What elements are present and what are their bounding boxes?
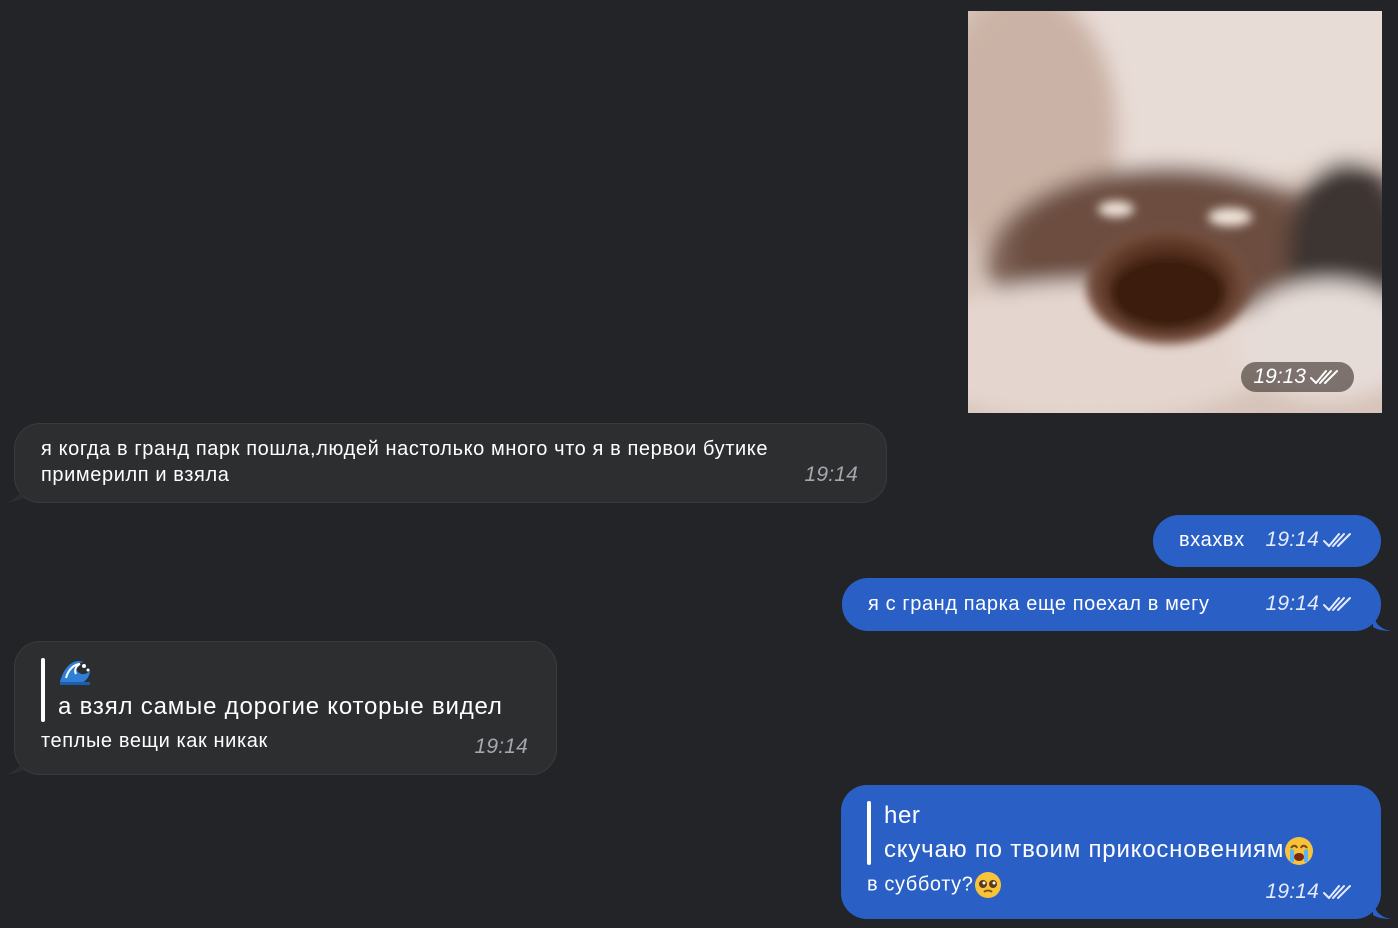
message-time: 19:14 <box>474 735 528 758</box>
message-meta: 19:14 <box>1265 879 1353 905</box>
incoming-reply-message[interactable]: а взял самые дорогие которые видел теплы… <box>5 641 557 775</box>
read-checks-icon <box>1323 885 1351 899</box>
read-checks-icon <box>1310 370 1338 384</box>
bubble-tail <box>5 754 23 774</box>
photo-timestamp: 19:13 <box>1241 362 1354 392</box>
message-text: я с гранд парка еще поехал в мегу <box>868 593 1210 615</box>
outgoing-message[interactable]: я с гранд парка еще поехал в мегу 19:14 <box>842 578 1391 631</box>
message-meta: 19:14 <box>1265 591 1353 617</box>
message-time: 19:14 <box>1265 880 1319 903</box>
message-meta: 19:14 <box>474 734 528 760</box>
outgoing-message[interactable]: вхахвх 19:14 <box>1153 515 1381 567</box>
bubble-tail <box>5 482 23 502</box>
bubble-tail <box>1373 899 1391 919</box>
message-text: в субботу? <box>867 873 974 896</box>
chat-history[interactable]: 19:13 я когда в гранд парк пошла,людей н… <box>0 0 1398 928</box>
reply-quote-line: скучаю по твоим прикосновениям <box>884 833 1381 867</box>
reply-quote[interactable]: her скучаю по твоим прикосновениям <box>867 799 1381 867</box>
photo-message[interactable]: 19:13 <box>968 11 1382 413</box>
message-text: вхахвх <box>1179 529 1245 551</box>
wave-emoji-icon <box>60 660 90 685</box>
loudly-crying-face-emoji-icon <box>1285 836 1314 865</box>
reply-quote-text: скучаю по твоим прикосновениям <box>884 836 1285 863</box>
reply-quote-title: her <box>884 802 921 829</box>
message-text: я когда в гранд парк пошла,людей настоль… <box>41 438 769 486</box>
message-time: 19:14 <box>1265 592 1319 615</box>
message-time: 19:14 <box>804 463 858 486</box>
message-body: теплые вещи как никак <box>41 728 530 754</box>
pleading-face-emoji-icon <box>974 872 1001 898</box>
incoming-message[interactable]: я когда в гранд парк пошла,людей настоль… <box>5 423 887 503</box>
reply-quote[interactable]: а взял самые дорогие которые видел <box>41 656 530 724</box>
reply-quote-text: а взял самые дорогие которые видел <box>58 693 503 720</box>
reply-quote-title <box>58 656 530 690</box>
message-time: 19:14 <box>1265 528 1319 551</box>
outgoing-reply-message[interactable]: her скучаю по твоим прикосновениям в суб… <box>841 785 1391 919</box>
message-text: теплые вещи как никак <box>41 730 268 752</box>
bubble-tail <box>1373 611 1391 631</box>
read-checks-icon <box>1323 533 1351 547</box>
photo-time: 19:13 <box>1253 365 1306 388</box>
message-meta: 19:14 <box>1265 527 1353 553</box>
message-meta: 19:14 <box>804 462 858 488</box>
read-checks-icon <box>1323 597 1351 611</box>
photo-image <box>968 11 1382 413</box>
